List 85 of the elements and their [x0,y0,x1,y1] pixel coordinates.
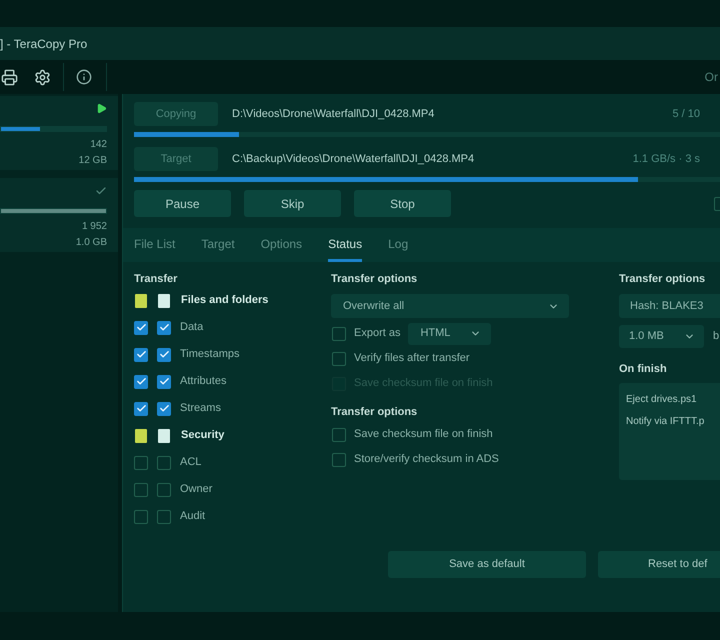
option-label: Store/verify checksum in ADS [354,452,499,468]
check-icon [136,349,146,360]
print-icon[interactable] [1,68,18,86]
tab[interactable]: Status [328,228,362,262]
checkbox[interactable] [134,402,148,416]
control-button[interactable]: Pause [134,190,231,217]
checkbox[interactable] [134,320,148,334]
checkbox[interactable] [332,352,346,366]
item-label: Owner [180,482,212,498]
transfer-info: 1.1 GB/s · 3 s [632,152,701,167]
conflict-dropdown[interactable]: Overwrite all [331,294,569,318]
check-icon [158,403,170,414]
checkbox[interactable] [157,482,171,496]
item-label: Attributes [180,374,226,390]
checkbox[interactable] [134,456,148,470]
queue-card[interactable]: 142 12 GB [0,96,118,170]
script-entry[interactable]: Eject drives.ps1 [626,389,720,411]
check-icon [136,376,146,387]
option-label: Verify files after transfer [354,351,470,366]
item-label: Timestamps [180,347,240,362]
checkbox[interactable] [157,510,171,524]
control-button[interactable]: Skip [244,190,341,217]
check-icon [95,185,107,197]
footer-button[interactable]: Save as default [388,551,586,578]
tab[interactable]: Options [260,228,302,262]
tab[interactable]: Target [201,228,235,262]
checkbox[interactable] [135,294,147,308]
total-size: 12 GB [78,154,107,168]
stage-label[interactable]: Copying [134,102,218,126]
check-icon [158,349,170,360]
checkbox[interactable] [332,452,346,466]
stage-label[interactable]: Target [134,147,218,171]
checkbox[interactable] [158,428,170,442]
toolbar-text: Or [704,69,718,86]
section-heading: Transfer [134,272,178,286]
section-heading: Transfer options [619,272,706,286]
checkbox[interactable] [134,482,148,496]
footer-button[interactable]: Reset to def [598,551,720,578]
checkbox[interactable] [157,402,171,416]
checkbox[interactable] [157,374,171,388]
file-path: C:\Backup\Videos\Drone\Waterfall\DJI_0428.MP4 [232,152,476,167]
checkbox[interactable] [134,510,148,524]
script-entry[interactable]: Notify via IFTTT.p [626,411,720,433]
settings-icon[interactable] [34,68,51,86]
checkbox[interactable] [157,456,171,470]
item-label: Streams [180,401,221,416]
script-list[interactable]: Eject drives.ps1 Notify via IFTTT.p [619,383,720,480]
queue-card[interactable]: 1 952 1.0 GB [0,178,118,252]
control-button[interactable]: Stop [354,190,451,217]
group-label: Files and folders [181,293,268,308]
check-icon [158,322,170,333]
file-count: 1 952 [80,220,107,234]
checkbox[interactable] [157,320,171,334]
section-heading: On finish [619,362,668,376]
block-size-label: b [713,329,720,344]
checkbox[interactable] [332,428,346,442]
checkbox[interactable] [134,348,148,362]
file-path: D:\Videos\Drone\Waterfall\DJI_0428.MP4 [232,106,436,122]
checkbox[interactable] [134,374,148,388]
play-icon [96,103,107,114]
section-heading: Transfer options [331,405,418,419]
tab[interactable]: Log [388,228,408,262]
check-icon [158,376,170,387]
option-label: Export as [354,326,400,342]
transfer-info: 5 / 10 [672,106,701,122]
item-label: Data [180,320,204,336]
check-icon [136,403,146,414]
info-icon[interactable] [76,69,92,85]
file-count: 142 [89,138,107,152]
checkbox[interactable] [157,348,171,362]
checkbox[interactable] [158,294,170,308]
block-size-dropdown[interactable]: 1.0 MB [619,325,704,348]
item-label: ACL [180,455,202,470]
hash-dropdown[interactable]: Hash: BLAKE3 [619,294,720,318]
option-label: Save checksum file on finish [354,427,493,442]
total-size: 1.0 GB [74,236,107,250]
group-label: Security [181,428,224,444]
tab[interactable]: File List [134,228,176,262]
checkbox[interactable] [332,326,346,340]
format-dropdown[interactable]: HTML [408,322,492,344]
item-label: Audit [180,509,206,524]
window-title: ] - TeraCopy Pro [0,36,88,52]
checkbox[interactable] [135,428,147,442]
check-icon [136,322,146,333]
section-heading: Transfer options [331,272,418,286]
